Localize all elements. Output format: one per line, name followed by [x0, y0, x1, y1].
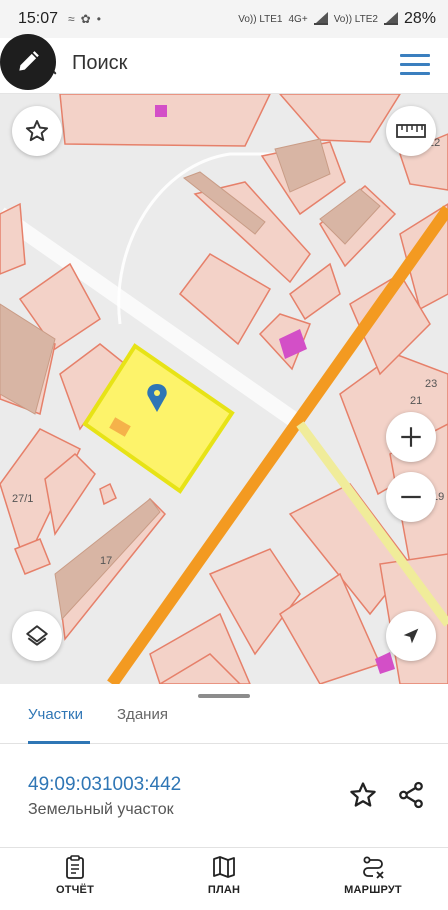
- zoom-in-button[interactable]: [386, 412, 436, 462]
- info-sheet: Участки Здания 49:09:031003:442 Земельны…: [0, 684, 448, 847]
- network-label-2: Vo)) LTE2: [333, 13, 378, 25]
- status-indicators: Vo)) LTE1 4G+ Vo)) LTE2 28%: [238, 10, 436, 28]
- cadastral-number-link[interactable]: 49:09:031003:442: [28, 774, 181, 796]
- tab-parcels[interactable]: Участки: [28, 706, 83, 723]
- favorites-map-button[interactable]: [12, 106, 62, 156]
- add-favorite-button[interactable]: [348, 780, 378, 810]
- notification-icons: ≈ ✿ •: [68, 12, 101, 26]
- layers-icon: [26, 625, 48, 646]
- nav-route-label: МАРШРУТ: [344, 884, 402, 896]
- ruler-icon: [396, 124, 426, 138]
- edit-button[interactable]: [0, 34, 56, 90]
- layers-button[interactable]: [12, 611, 62, 661]
- share-icon: [399, 781, 423, 809]
- menu-icon[interactable]: [400, 54, 430, 76]
- map-canvas[interactable]: 27/1 17 21 23 19 22: [0, 94, 448, 684]
- notification-icon: •: [96, 12, 101, 26]
- route-icon: [363, 856, 384, 879]
- map-label: 27/1: [12, 493, 33, 505]
- status-bar: 15:07 ≈ ✿ • Vo)) LTE1 4G+ Vo)) LTE2 28%: [0, 0, 448, 38]
- map-label: 23: [425, 378, 437, 390]
- signal-icon: [313, 12, 328, 25]
- zoom-out-button[interactable]: [386, 472, 436, 522]
- notification-icon: ✿: [80, 12, 91, 26]
- share-button[interactable]: [396, 780, 426, 810]
- nav-plan[interactable]: ПЛАН: [169, 854, 279, 896]
- star-icon: [350, 782, 376, 807]
- signal-icon: [383, 12, 398, 25]
- ruler-button[interactable]: [386, 106, 436, 156]
- minus-icon: [401, 495, 421, 499]
- navigation-arrow-icon: [403, 628, 419, 644]
- map-label: 17: [100, 555, 112, 567]
- star-icon: [25, 120, 49, 142]
- network-label-1: Vo)) LTE1: [238, 13, 283, 25]
- nav-report-label: ОТЧЁТ: [55, 884, 95, 896]
- report-icon: [66, 855, 84, 879]
- object-type-label: Земельный участок: [28, 801, 174, 818]
- search-input[interactable]: Поиск: [72, 52, 127, 75]
- map-plan-icon: [213, 856, 235, 878]
- network-badge: 4G+: [288, 13, 308, 25]
- battery-level: 28%: [403, 10, 436, 27]
- nav-route[interactable]: МАРШРУТ: [318, 854, 428, 896]
- my-location-button[interactable]: [386, 611, 436, 661]
- pencil-icon: [19, 51, 39, 71]
- info-tabs: Участки Здания: [0, 702, 448, 744]
- notification-icon: ≈: [68, 12, 75, 26]
- nav-report[interactable]: ОТЧЁТ: [20, 854, 130, 896]
- map-label: 21: [410, 395, 422, 407]
- plus-icon: [401, 427, 421, 447]
- map-view[interactable]: 27/1 17 21 23 19 22: [0, 94, 448, 684]
- active-tab-indicator: [28, 741, 90, 744]
- tab-buildings[interactable]: Здания: [117, 706, 168, 723]
- nav-plan-label: ПЛАН: [207, 884, 241, 896]
- bottom-navigation: ОТЧЁТ ПЛАН МАРШРУТ: [0, 847, 448, 910]
- status-time: 15:07: [18, 10, 59, 27]
- search-bar[interactable]: Поиск: [0, 38, 448, 94]
- sheet-handle[interactable]: [198, 694, 250, 698]
